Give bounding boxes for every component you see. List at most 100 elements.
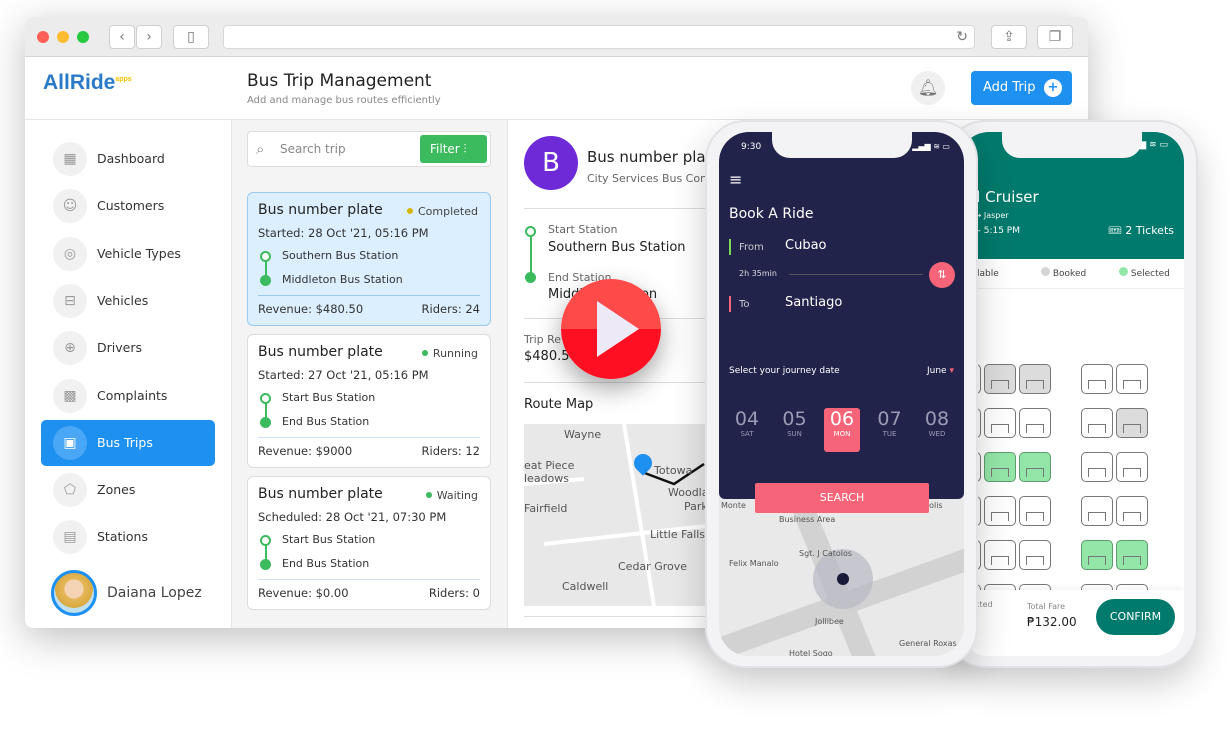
date-weekday: SAT [740, 430, 754, 438]
trip-card[interactable]: Bus number plate Running Started: 27 Oct… [247, 334, 491, 468]
sidebar-item-vehicles[interactable]: ⊟ Vehicles [41, 278, 215, 324]
seat[interactable] [984, 540, 1016, 570]
bell-icon[interactable]: 🔔︎ [911, 71, 945, 105]
user-icon: ☺ [53, 189, 87, 224]
seat[interactable] [1081, 452, 1113, 482]
seat-selected[interactable] [1019, 452, 1051, 482]
divider [524, 208, 724, 209]
sidebar-item-complaints[interactable]: ▩ Complaints [41, 373, 215, 419]
caret-down-icon: ▾ [949, 366, 954, 376]
seat-booked[interactable] [1116, 408, 1148, 438]
back-icon[interactable]: ‹ [109, 25, 135, 49]
user-profile[interactable]: Daiana Lopez [51, 570, 202, 616]
trip-card[interactable]: Bus number plate Completed Started: 28 O… [247, 192, 491, 326]
logo-text: AllRide [43, 71, 116, 94]
sidebar-item-stations[interactable]: ▤ Stations [41, 514, 215, 560]
seat[interactable] [1019, 408, 1051, 438]
qr-icon: ▩ [53, 378, 87, 413]
date-option[interactable]: 07 TUE [872, 408, 908, 452]
sidebar-item-zones[interactable]: ⬠ Zones [41, 467, 215, 513]
add-trip-button[interactable]: Add Trip + [971, 71, 1072, 105]
filter-button[interactable]: Filter ⫶ [420, 135, 487, 163]
from-value[interactable]: Cubao [785, 238, 827, 253]
sidebar-item-customers[interactable]: ☺ Customers [41, 183, 215, 229]
status-icons: ▂▄▆ ≋ ▭ [912, 142, 950, 151]
sidebar-item-drivers[interactable]: ⊕ Drivers [41, 325, 215, 371]
start-station: Southern Bus Station [282, 249, 399, 262]
sidebar-item-label: Drivers [97, 340, 142, 356]
date-option[interactable]: 06 MON [824, 408, 860, 452]
seat-selected[interactable] [1116, 540, 1148, 570]
sidebar-item-vehicle-types[interactable]: ◎ Vehicle Types [41, 231, 215, 277]
sidebar-item-label: Dashboard [97, 151, 165, 166]
month-select[interactable]: June ▾ [927, 366, 954, 376]
date-option[interactable]: 04 SAT [729, 408, 765, 452]
play-video-button[interactable] [561, 279, 661, 379]
reload-icon[interactable]: ↻ [956, 26, 968, 48]
map-label: Cedar Grove [618, 560, 688, 573]
search-placeholder: Search trip [280, 142, 346, 156]
sidebar-item-label: Stations [97, 529, 148, 545]
map-label: General Roxas [899, 639, 957, 648]
seat-selected[interactable] [1081, 540, 1113, 570]
from-label: From [739, 242, 764, 253]
forward-icon[interactable]: › [136, 25, 162, 49]
bus-icon: ▣ [53, 425, 87, 460]
wheel-icon: ◎ [53, 236, 87, 271]
detail-title: Bus number plat [587, 148, 712, 166]
seat[interactable] [1116, 364, 1148, 394]
map-label: Hotel Sogo [789, 649, 833, 656]
phone-seat-selection: ▂▄▆ ≋ ▭ al Cruiser d → Jasper M - 5:15 P… [945, 120, 1198, 668]
location-map[interactable]: Business Area Felix Manalo Sgt. J Catolos J… [719, 499, 964, 656]
tabs-icon[interactable]: ❐ [1037, 25, 1073, 49]
route-map[interactable]: Wayne Totowa eat Piece leadows Woodla Park Fai… [524, 424, 724, 606]
sidebar-toggle-icon[interactable]: ▯ [173, 25, 209, 49]
date-option[interactable]: 08 WED [919, 408, 955, 452]
search-button[interactable]: SEARCH [755, 483, 929, 513]
sidebar-item-bus-trips[interactable]: ▣ Bus Trips [41, 419, 215, 466]
address-bar[interactable]: ↻ [223, 25, 975, 49]
seat[interactable] [984, 408, 1016, 438]
trip-date: Started: 27 Oct '21, 05:16 PM [258, 368, 429, 382]
seat[interactable] [1081, 364, 1113, 394]
zone-icon: ⬠ [53, 473, 87, 508]
map-label: Jollibee [815, 617, 844, 626]
to-value[interactable]: Santiago [785, 295, 842, 310]
end-station: End Bus Station [282, 415, 370, 428]
seat[interactable] [1019, 540, 1051, 570]
seat-booked[interactable] [1019, 364, 1051, 394]
minimize-window-button[interactable] [57, 31, 69, 43]
close-window-button[interactable] [37, 31, 49, 43]
confirm-button[interactable]: CONFIRM [1096, 599, 1175, 635]
sidebar-item-dashboard[interactable]: ▦ Dashboard [41, 136, 215, 182]
seat[interactable] [984, 496, 1016, 526]
maximize-window-button[interactable] [77, 31, 89, 43]
seat-selected[interactable] [984, 452, 1016, 482]
trip-riders: Riders: 0 [428, 586, 480, 600]
month-value: June [926, 366, 947, 376]
search-input[interactable]: ⌕ Search trip Filter ⫶ [247, 131, 491, 167]
seat[interactable] [1081, 496, 1113, 526]
date-option[interactable]: 05 SUN [777, 408, 813, 452]
booking-panel: 9:30 ▂▄▆ ≋ ▭ ≡ Book A Ride From Cubao 2h… [719, 132, 964, 499]
seat[interactable] [1081, 408, 1113, 438]
book-ride-title: Book A Ride [729, 206, 814, 222]
seat[interactable] [1116, 496, 1148, 526]
seat-booked[interactable] [984, 364, 1016, 394]
page-title: Bus Trip Management [247, 71, 432, 91]
share-icon[interactable]: ⇪ [991, 25, 1027, 49]
sidebar-item-label: Complaints [97, 387, 168, 403]
map-label: Sgt. J Catolos [799, 549, 853, 558]
seat[interactable] [1116, 452, 1148, 482]
swap-icon[interactable]: ⇅ [929, 262, 955, 288]
trip-revenue: Revenue: $480.50 [258, 302, 364, 316]
map-label: Little Falls [650, 528, 706, 541]
menu-icon[interactable]: ≡ [729, 170, 742, 189]
trip-card[interactable]: Bus number plate Waiting Scheduled: 28 O… [247, 476, 491, 610]
seat[interactable] [1019, 496, 1051, 526]
filter-label: Filter [430, 142, 460, 156]
map-label: Caldwell [562, 580, 609, 593]
duration: 2h 35min [739, 269, 777, 278]
avatar: B [524, 136, 578, 190]
plus-icon: + [1044, 79, 1062, 97]
